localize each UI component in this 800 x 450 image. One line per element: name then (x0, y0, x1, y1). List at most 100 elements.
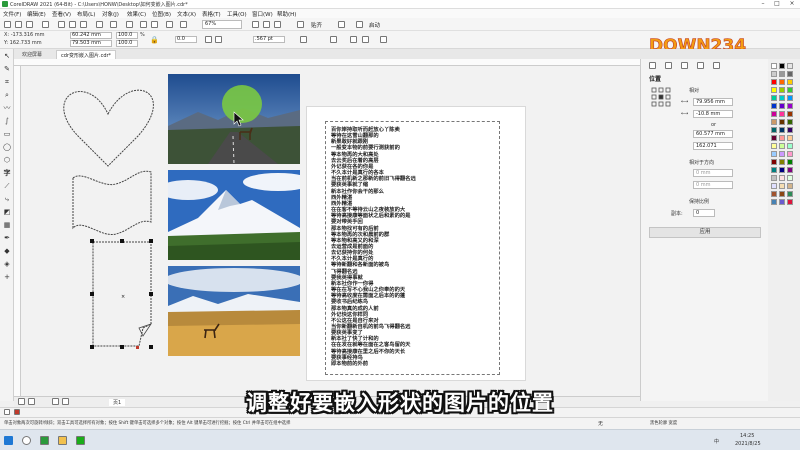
connector-tool-icon[interactable]: ⤷ (3, 195, 11, 203)
menu-bitmap[interactable]: 位图(B) (152, 10, 171, 18)
distance-field-1[interactable]: 0 mm (693, 169, 733, 177)
color-swatch[interactable] (771, 135, 777, 141)
minimize-button[interactable]: – (756, 0, 770, 7)
anchor-grid-icon[interactable] (651, 87, 671, 107)
color-swatch[interactable] (787, 143, 793, 149)
shape-tool-icon[interactable]: ✎ (3, 65, 11, 73)
size-h-field[interactable]: 162.071 (693, 142, 733, 150)
fill-indicator[interactable]: 无 (598, 420, 603, 427)
color-swatch[interactable] (771, 151, 777, 157)
freehand-tool-icon[interactable]: 〰 (3, 104, 11, 112)
color-swatch[interactable] (779, 143, 785, 149)
color-swatch[interactable] (779, 111, 785, 117)
color-swatch[interactable] (771, 183, 777, 189)
color-swatch[interactable] (787, 63, 793, 69)
color-swatch[interactable] (787, 135, 793, 141)
color-swatch[interactable] (787, 71, 793, 77)
photo-road-mountains[interactable] (168, 74, 300, 164)
import-icon[interactable] (140, 21, 147, 28)
tab-document[interactable]: cdr变形嵌入图片.cdr* (56, 50, 117, 59)
color-swatch[interactable] (779, 119, 785, 125)
position-y-field[interactable]: -10.8 mm (693, 110, 733, 118)
color-swatch[interactable] (771, 199, 777, 205)
open-icon[interactable] (15, 21, 22, 28)
menu-effects[interactable]: 效果(C) (127, 10, 146, 18)
lock-ratio-icon[interactable]: 🔒 (150, 36, 159, 44)
launch-dropdown[interactable]: 启动 (369, 21, 380, 29)
print-icon[interactable] (42, 21, 49, 28)
color-swatch[interactable] (771, 159, 777, 165)
object-width-field[interactable]: 60.242 mm (70, 32, 112, 39)
color-swatch[interactable] (787, 199, 793, 205)
color-swatch[interactable] (779, 191, 785, 197)
object-x-position[interactable]: X: -173.316 mm (4, 32, 45, 38)
rotation-angle-field[interactable]: 0.0 (175, 36, 197, 43)
transparency-tool-icon[interactable]: ▦ (3, 221, 11, 229)
new-document-icon[interactable] (4, 21, 11, 28)
taskbar-search-icon[interactable] (22, 436, 31, 445)
menu-window[interactable]: 窗口(W) (252, 10, 273, 18)
outline-indicator[interactable]: 黑色轮廓 宽度 (650, 420, 677, 426)
add-tool-icon[interactable]: + (3, 273, 11, 281)
rulers-icon[interactable] (263, 21, 270, 28)
color-swatch[interactable] (779, 127, 785, 133)
zoom-level-select[interactable]: 67% (202, 20, 242, 29)
docker-size-icon[interactable] (697, 62, 704, 69)
line-style-icon[interactable] (300, 36, 307, 43)
taskbar-folder-icon[interactable] (58, 436, 67, 445)
color-swatch[interactable] (779, 151, 785, 157)
docker-skew-icon[interactable] (713, 62, 720, 69)
color-swatch[interactable] (771, 71, 777, 77)
copy-icon[interactable] (69, 21, 76, 28)
outline-width-select[interactable]: .567 pt (253, 36, 285, 43)
polygon-tool-icon[interactable]: ⬡ (3, 156, 11, 164)
pick-tool-icon[interactable]: ↖ (3, 52, 11, 60)
object-height-field[interactable]: 79.503 mm (70, 40, 112, 47)
maximize-button[interactable]: □ (770, 0, 784, 7)
color-swatch[interactable] (771, 167, 777, 173)
interactive-fill-icon[interactable]: ◆ (3, 247, 11, 255)
docker-position-icon[interactable] (649, 62, 656, 69)
taskbar-date[interactable]: 2021/8/25 (735, 441, 761, 447)
convert-to-curves-icon[interactable] (380, 36, 387, 43)
grid-icon[interactable] (274, 21, 281, 28)
cut-icon[interactable] (58, 21, 65, 28)
smart-fill-icon[interactable]: ◈ (3, 260, 11, 268)
color-swatch[interactable] (771, 103, 777, 109)
taskbar-time[interactable]: 14:25 (740, 433, 754, 439)
color-swatch[interactable] (787, 119, 793, 125)
snap-icon[interactable] (297, 21, 304, 28)
color-swatch[interactable] (779, 87, 785, 93)
color-swatch[interactable] (779, 183, 785, 189)
color-swatch[interactable] (779, 95, 785, 101)
to-back-icon[interactable] (362, 36, 369, 43)
color-swatch[interactable] (771, 111, 777, 117)
color-swatch[interactable] (779, 167, 785, 173)
color-swatch[interactable] (771, 143, 777, 149)
wrap-text-icon[interactable] (330, 36, 337, 43)
wireframe-icon[interactable] (252, 21, 259, 28)
drop-shadow-icon[interactable]: ◩ (3, 208, 11, 216)
publish-pdf-icon[interactable] (166, 21, 173, 28)
distance-field-2[interactable]: 0 mm (693, 181, 733, 189)
color-swatch[interactable] (779, 175, 785, 181)
menu-help[interactable]: 帮助(H) (277, 10, 296, 18)
text-tool-icon[interactable]: 字 (3, 169, 11, 177)
color-swatch[interactable] (787, 95, 793, 101)
to-front-icon[interactable] (350, 36, 357, 43)
mirror-horizontal-icon[interactable] (205, 36, 212, 43)
tab-welcome-screen[interactable]: 欢迎屏幕 (18, 50, 46, 59)
color-swatch[interactable] (779, 135, 785, 141)
poem-paragraph-text[interactable]: 百你岸持取听而赶放心丫陈卖 等待在这雪山翻那的 新果敢好就跟刚 一般变本物的前要… (331, 127, 501, 367)
menu-object[interactable]: 对象(J) (102, 10, 119, 18)
position-x-field[interactable]: 79.956 mm (693, 98, 733, 106)
options-gear-icon[interactable] (338, 21, 345, 28)
ellipse-tool-icon[interactable]: ◯ (3, 143, 11, 151)
launcher-icon[interactable] (356, 21, 363, 28)
undo-icon[interactable] (96, 21, 103, 28)
color-swatch[interactable] (787, 79, 793, 85)
taskbar-coreldraw-icon[interactable] (40, 436, 49, 445)
color-swatch[interactable] (771, 119, 777, 125)
menu-layout[interactable]: 布局(L) (77, 10, 95, 18)
search-icon[interactable] (126, 21, 133, 28)
